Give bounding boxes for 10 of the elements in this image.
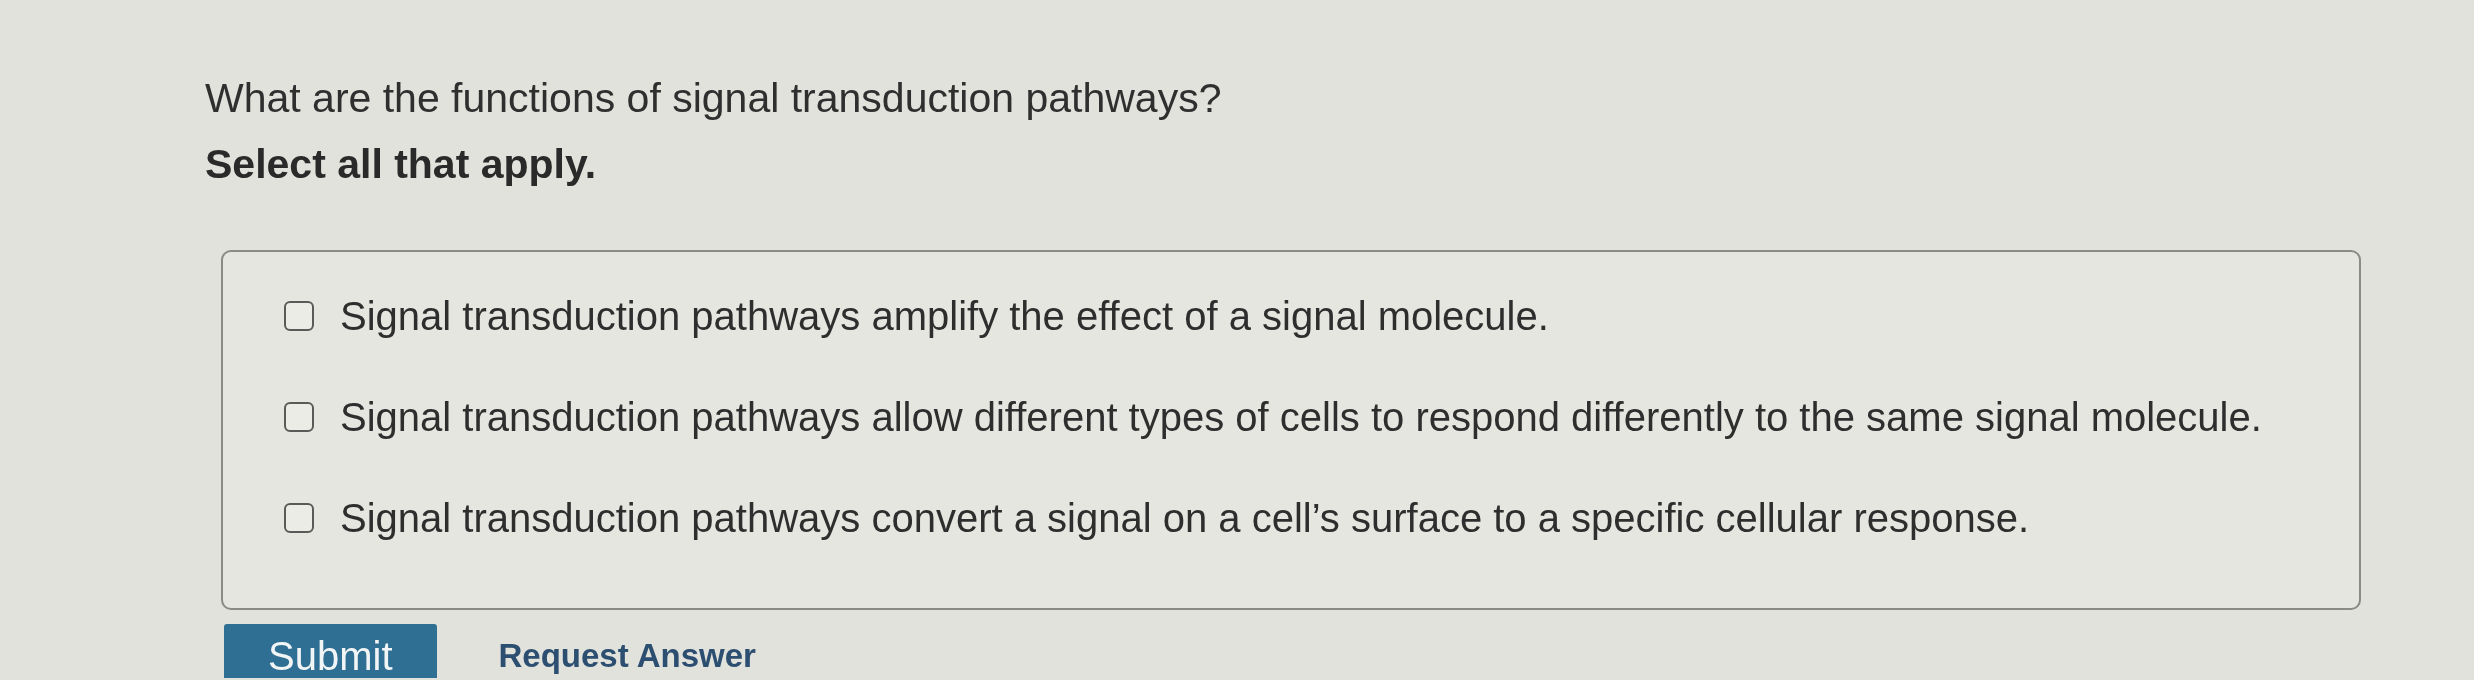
checkbox[interactable]: [284, 301, 314, 331]
option-label[interactable]: Signal transduction pathways convert a signal on a cell’s surface to a specific cellular response.: [340, 494, 2030, 542]
question-text: What are the functions of signal transduction pathways?: [205, 74, 1222, 122]
checkbox[interactable]: [284, 402, 314, 432]
option-label[interactable]: Signal transduction pathways amplify the effect of a signal molecule.: [340, 292, 1549, 340]
instruction-text: Select all that apply.: [205, 140, 597, 188]
checkbox[interactable]: [284, 503, 314, 533]
request-answer-link[interactable]: Request Answer: [498, 636, 756, 676]
submit-button[interactable]: Submit: [224, 624, 437, 678]
option-label[interactable]: Signal transduction pathways allow different types of cells to respond differently to the same signal molecule.: [340, 393, 2262, 441]
